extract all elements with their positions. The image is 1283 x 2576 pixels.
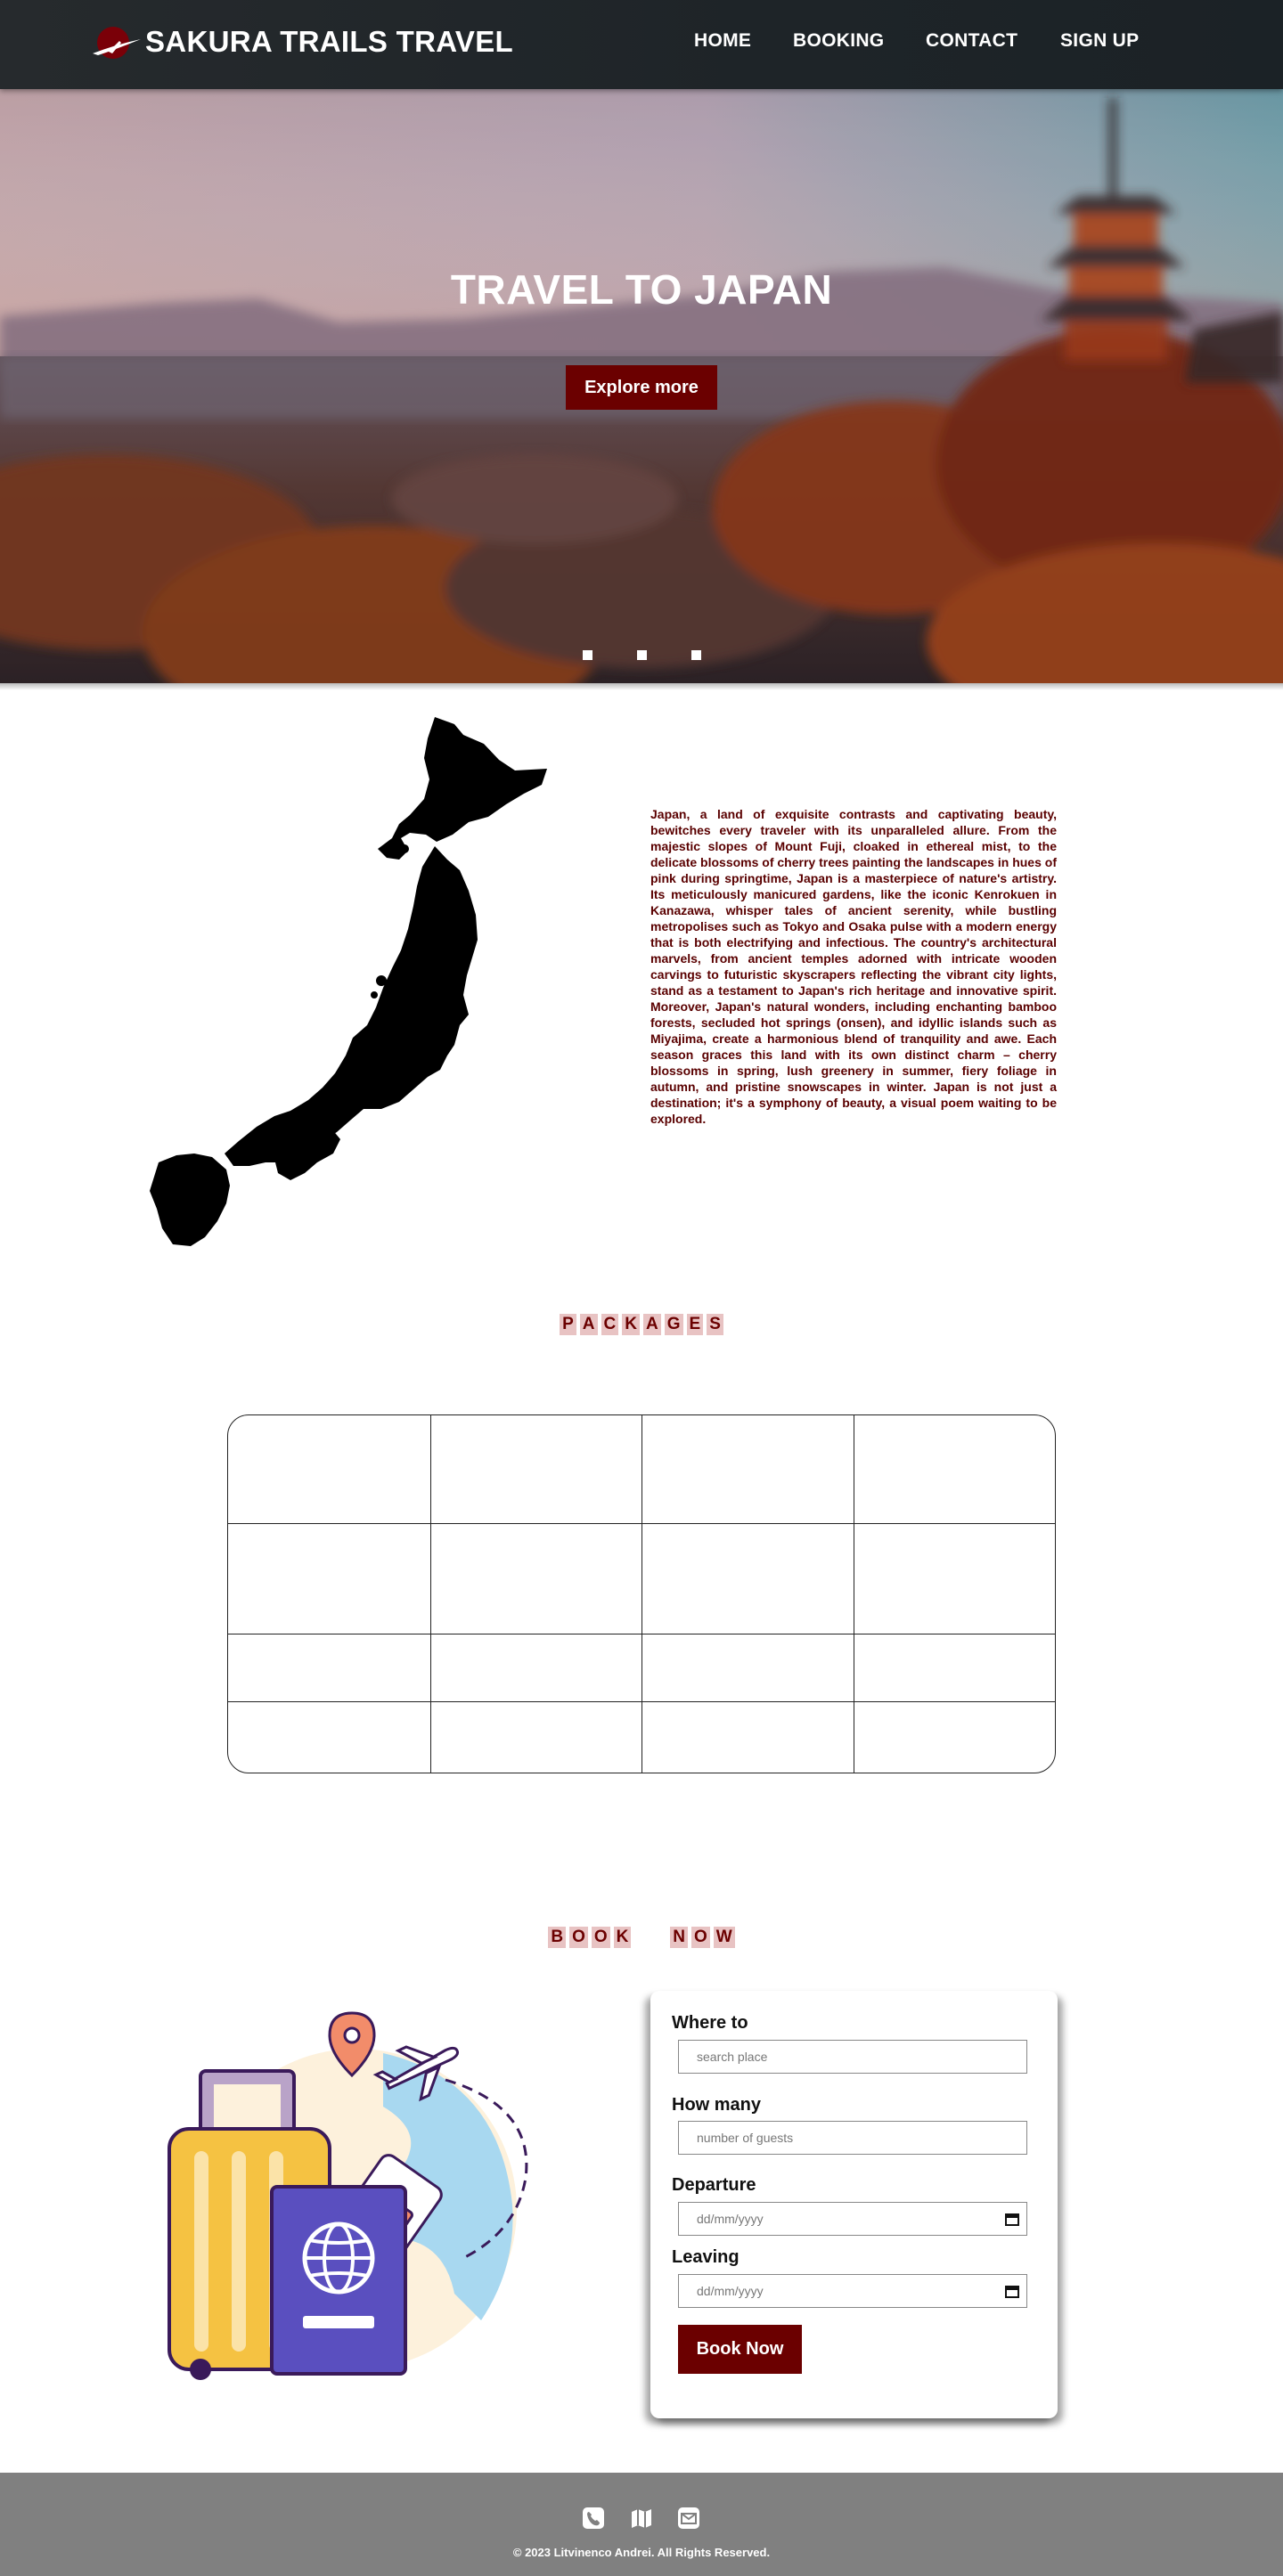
phone-icon[interactable] (582, 2507, 605, 2530)
table-cell (430, 1524, 642, 1634)
table-cell (642, 1634, 855, 1702)
book-now-heading: BOOK NOW (0, 1927, 1283, 1948)
heading-letter: C (601, 1314, 619, 1335)
table-cell (854, 1634, 1055, 1702)
leaving-label: Leaving (672, 2247, 740, 2267)
hero-title: TRAVEL TO JAPAN (450, 266, 833, 313)
slider-dot-2[interactable] (637, 650, 647, 660)
table-row (228, 1524, 1055, 1634)
site-header: SAKURA TRAILS TRAVEL HOME BOOKING CONTAC… (0, 0, 1283, 89)
nav-contact-link[interactable]: CONTACT (926, 30, 1017, 52)
heading-letter: K (613, 1927, 632, 1948)
heading-letter: S (707, 1314, 723, 1335)
heading-letter: K (622, 1314, 640, 1335)
heading-letter: E (686, 1314, 704, 1335)
heading-letter: A (579, 1314, 598, 1335)
map-icon[interactable] (630, 2507, 653, 2530)
copyright-text: © 2023 Litvinenco Andrei. All Rights Res… (512, 2546, 771, 2559)
table-cell (642, 1524, 855, 1634)
table-row (228, 1634, 1055, 1702)
heading-letter: P (560, 1314, 576, 1335)
table-cell (642, 1415, 855, 1524)
where-to-label: Where to (672, 2013, 748, 2033)
date-placeholder: dd/mm/yyyy (697, 2284, 764, 2298)
nav-home-link[interactable]: HOME (694, 30, 751, 52)
departure-label: Departure (672, 2175, 756, 2195)
heading-letter: A (643, 1314, 661, 1335)
travel-luggage-illustration (168, 2011, 528, 2380)
heading-letter: W (713, 1927, 735, 1948)
destination-input[interactable]: search place (678, 2040, 1027, 2074)
table-row (228, 1415, 1055, 1524)
book-now-button[interactable]: Book Now (678, 2325, 802, 2374)
table-cell (430, 1415, 642, 1524)
packages-heading: PACKAGES (0, 1314, 1283, 1335)
hero-slider: TRAVEL TO JAPAN Explore more (0, 89, 1283, 683)
leaving-date-input[interactable]: dd/mm/yyyy (678, 2274, 1027, 2308)
heading-letter: N (670, 1927, 688, 1948)
calendar-icon[interactable] (1005, 2285, 1019, 2298)
guests-input[interactable]: number of guests (678, 2121, 1027, 2155)
slider-dot-3[interactable] (691, 650, 701, 660)
packages-table (227, 1414, 1056, 1773)
nav-signup-link[interactable]: SIGN UP (1060, 30, 1139, 52)
main-nav: HOME BOOKING CONTACT SIGN UP (0, 30, 1283, 57)
table-row (228, 1702, 1055, 1773)
hero-divider (0, 683, 1283, 690)
site-footer: © 2023 Litvinenco Andrei. All Rights Res… (0, 2473, 1283, 2576)
table-cell (854, 1415, 1055, 1524)
table-cell (431, 1702, 642, 1773)
date-placeholder: dd/mm/yyyy (697, 2212, 764, 2226)
table-cell (228, 1702, 431, 1773)
passport-icon (270, 2185, 407, 2376)
booking-form: Where to search place How many number of… (650, 1991, 1058, 2418)
heading-letter: O (569, 1927, 588, 1948)
intro-paragraph: Japan, a land of exquisite contrasts and… (650, 807, 1057, 1126)
heading-letter: O (691, 1927, 710, 1948)
table-cell (430, 1634, 642, 1702)
heading-letter: B (548, 1927, 567, 1948)
how-many-label: How many (672, 2095, 762, 2115)
heading-letter: G (664, 1314, 683, 1335)
table-cell (228, 1634, 431, 1702)
mail-icon[interactable] (677, 2507, 700, 2530)
explore-more-button[interactable]: Explore more (566, 365, 717, 410)
table-cell (854, 1524, 1055, 1634)
slider-dot-1[interactable] (583, 650, 592, 660)
calendar-icon[interactable] (1005, 2213, 1019, 2226)
table-cell (854, 1702, 1055, 1773)
japan-map-image (150, 717, 547, 1246)
table-cell (642, 1702, 855, 1773)
nav-booking-link[interactable]: BOOKING (793, 30, 884, 52)
heading-letter: O (591, 1927, 610, 1948)
table-cell (228, 1415, 431, 1524)
departure-date-input[interactable]: dd/mm/yyyy (678, 2202, 1027, 2236)
table-cell (228, 1524, 431, 1634)
